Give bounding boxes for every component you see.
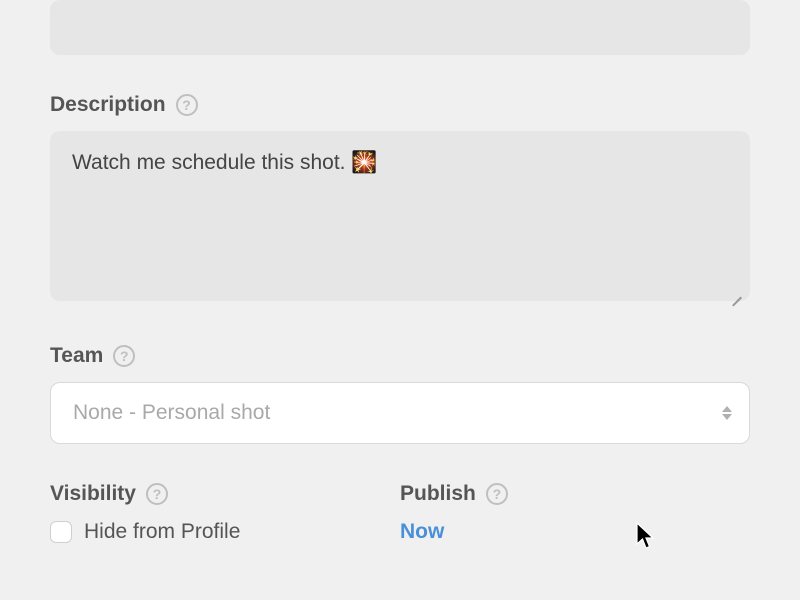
help-icon[interactable]: ? — [176, 94, 198, 116]
team-select[interactable]: None - Personal shot — [50, 382, 750, 444]
previous-field-stub — [50, 0, 750, 55]
hide-from-profile-checkbox[interactable] — [50, 521, 72, 543]
description-label-row: Description ? — [50, 93, 750, 117]
description-label: Description — [50, 93, 166, 117]
help-icon[interactable]: ? — [486, 483, 508, 505]
team-select-value: None - Personal shot — [73, 401, 270, 425]
publish-label-row: Publish ? — [400, 482, 750, 506]
description-textarea[interactable] — [50, 131, 750, 301]
team-label-row: Team ? — [50, 344, 750, 368]
team-label: Team — [50, 344, 103, 368]
publish-time-link[interactable]: Now — [400, 520, 444, 543]
visibility-label: Visibility — [50, 482, 136, 506]
help-icon[interactable]: ? — [146, 483, 168, 505]
visibility-label-row: Visibility ? — [50, 482, 400, 506]
hide-from-profile-label: Hide from Profile — [84, 520, 240, 544]
help-icon[interactable]: ? — [113, 345, 135, 367]
publish-label: Publish — [400, 482, 476, 506]
